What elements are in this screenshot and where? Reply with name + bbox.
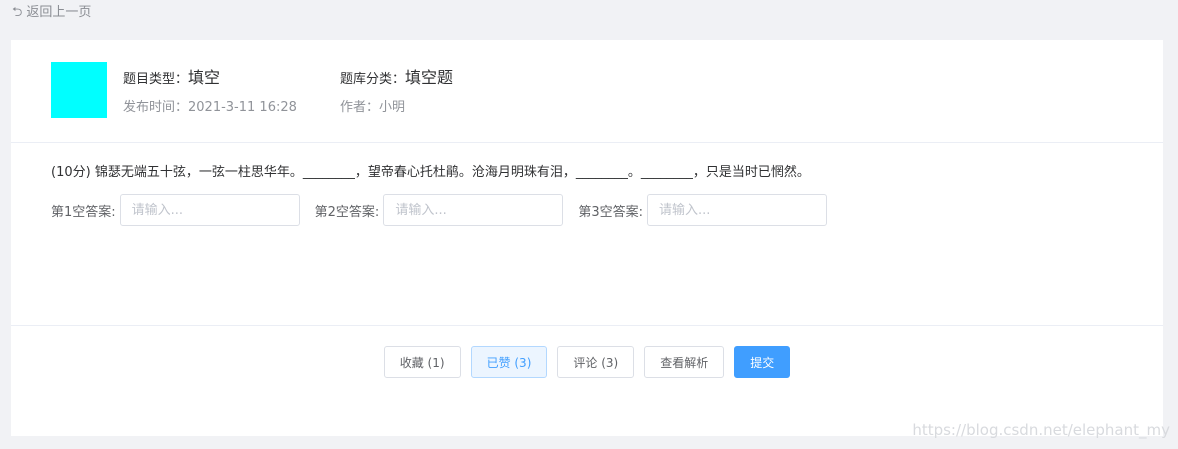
action-bar: 收藏 (1) 已赞 (3) 评论 (3) 查看解析 提交 <box>11 326 1163 435</box>
favorite-button[interactable]: 收藏 (1) <box>383 346 461 378</box>
publish-time-value: 2021-3-11 16:28 <box>188 100 297 115</box>
answer-input-1[interactable] <box>119 194 300 226</box>
back-label: 返回上一页 <box>26 5 92 20</box>
question-text: (10分) 锦瑟无端五十弦，一弦一柱思华年。________，望帝春心托杜鹃。沧… <box>51 165 810 180</box>
question-thumbnail <box>51 62 107 118</box>
question-body: (10分) 锦瑟无端五十弦，一弦一柱思华年。________，望帝春心托杜鹃。沧… <box>11 143 1163 326</box>
author: 作者：小明 <box>340 96 405 115</box>
question-category: 题库分类：填空题 <box>340 64 453 88</box>
question-header: 题目类型：填空 题库分类：填空题 发布时间：2021-3-11 16:28 作者… <box>11 40 1163 143</box>
answer-input-2[interactable] <box>383 194 564 226</box>
answer-group-1: 第1空答案: <box>51 194 300 226</box>
answer-group-2: 第2空答案: <box>315 194 564 226</box>
publish-time-label: 发布时间： <box>123 100 189 115</box>
answer-input-3[interactable] <box>646 194 827 226</box>
comment-button[interactable]: 评论 (3) <box>557 346 635 378</box>
submit-button[interactable]: 提交 <box>734 346 791 378</box>
publish-time: 发布时间：2021-3-11 16:28 <box>123 96 297 115</box>
view-analysis-button[interactable]: 查看解析 <box>644 346 725 378</box>
question-category-value: 填空题 <box>405 68 454 87</box>
question-type-value: 填空 <box>188 68 221 87</box>
watermark: https://blog.csdn.net/elephant_my <box>912 421 1170 439</box>
answer-fields: 第1空答案: 第2空答案: 第3空答案: <box>51 194 842 226</box>
return-arrow-icon: ⮌ <box>12 5 23 20</box>
question-card: 题目类型：填空 题库分类：填空题 发布时间：2021-3-11 16:28 作者… <box>11 40 1163 436</box>
like-button[interactable]: 已赞 (3) <box>470 346 548 378</box>
question-category-label: 题库分类： <box>340 72 406 87</box>
answer-label-2: 第2空答案: <box>314 204 380 220</box>
action-buttons: 收藏 (1) 已赞 (3) 评论 (3) 查看解析 提交 <box>11 346 1163 378</box>
question-type: 题目类型：填空 <box>123 64 220 88</box>
answer-group-3: 第3空答案: <box>578 194 827 226</box>
author-value: 小明 <box>379 100 406 115</box>
author-label: 作者： <box>340 100 380 115</box>
question-type-label: 题目类型： <box>123 72 189 87</box>
answer-label-3: 第3空答案: <box>578 204 643 220</box>
answer-label-1: 第1空答案: <box>51 204 116 220</box>
back-link[interactable]: ⮌ 返回上一页 <box>12 4 91 22</box>
